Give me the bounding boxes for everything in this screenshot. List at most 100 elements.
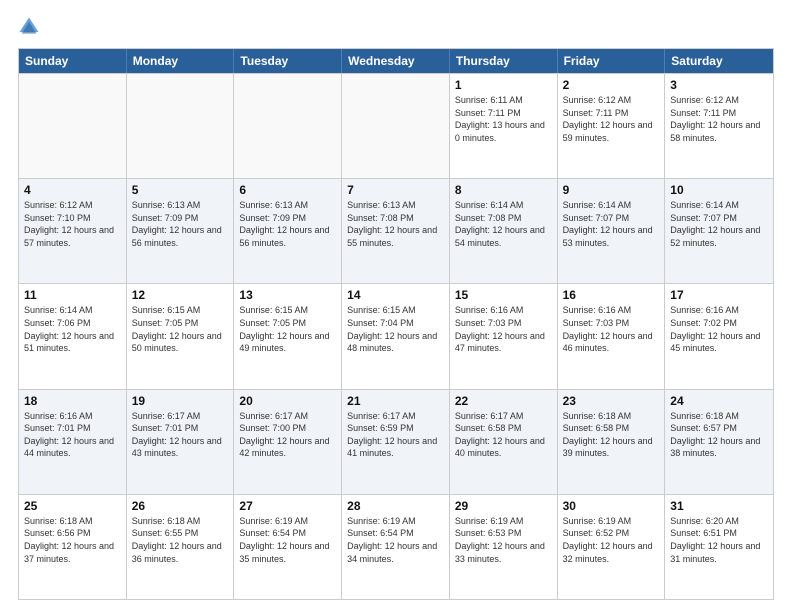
day-info: Sunrise: 6:11 AM Sunset: 7:11 PM Dayligh…: [455, 94, 552, 144]
day-cell-7: 7 Sunrise: 6:13 AM Sunset: 7:08 PM Daylig…: [342, 179, 450, 283]
day-cell-31: 31 Sunrise: 6:20 AM Sunset: 6:51 PM Dayli…: [665, 495, 773, 599]
day-info: Sunrise: 6:19 AM Sunset: 6:52 PM Dayligh…: [563, 515, 660, 565]
day-number: 17: [670, 288, 768, 302]
day-info: Sunrise: 6:20 AM Sunset: 6:51 PM Dayligh…: [670, 515, 768, 565]
day-number: 21: [347, 394, 444, 408]
day-cell-23: 23 Sunrise: 6:18 AM Sunset: 6:58 PM Dayli…: [558, 390, 666, 494]
day-cell-24: 24 Sunrise: 6:18 AM Sunset: 6:57 PM Dayli…: [665, 390, 773, 494]
day-cell-8: 8Sunrise: 6:14 AM Sunset: 7:08 PM Daylig…: [450, 179, 558, 283]
day-info: Sunrise: 6:13 AM Sunset: 7:08 PM Dayligh…: [347, 199, 444, 249]
day-number: 9: [563, 183, 660, 197]
calendar-week-5: 25 Sunrise: 6:18 AM Sunset: 6:56 PM Dayli…: [19, 494, 773, 599]
day-info: Sunrise: 6:19 AM Sunset: 6:54 PM Dayligh…: [347, 515, 444, 565]
day-number: 7: [347, 183, 444, 197]
day-cell-2: 2 Sunrise: 6:12 AM Sunset: 7:11 PM Daylig…: [558, 74, 666, 178]
calendar-week-4: 18Sunrise: 6:16 AM Sunset: 7:01 PM Dayli…: [19, 389, 773, 494]
day-info: Sunrise: 6:18 AM Sunset: 6:55 PM Dayligh…: [132, 515, 229, 565]
day-cell-9: 9Sunrise: 6:14 AM Sunset: 7:07 PM Daylig…: [558, 179, 666, 283]
header-day-thursday: Thursday: [450, 49, 558, 73]
day-number: 8: [455, 183, 552, 197]
day-cell-28: 28 Sunrise: 6:19 AM Sunset: 6:54 PM Dayli…: [342, 495, 450, 599]
day-number: 25: [24, 499, 121, 513]
day-cell-19: 19Sunrise: 6:17 AM Sunset: 7:01 PM Dayli…: [127, 390, 235, 494]
day-number: 6: [239, 183, 336, 197]
day-number: 31: [670, 499, 768, 513]
day-cell-10: 10 Sunrise: 6:14 AM Sunset: 7:07 PM Dayli…: [665, 179, 773, 283]
calendar-body: 1 Sunrise: 6:11 AM Sunset: 7:11 PM Daylig…: [19, 73, 773, 599]
day-info: Sunrise: 6:17 AM Sunset: 6:59 PM Dayligh…: [347, 410, 444, 460]
logo: [18, 16, 44, 38]
day-number: 27: [239, 499, 336, 513]
day-cell-4: 4 Sunrise: 6:12 AM Sunset: 7:10 PM Daylig…: [19, 179, 127, 283]
day-cell-16: 16 Sunrise: 6:16 AM Sunset: 7:03 PM Dayli…: [558, 284, 666, 388]
day-cell-17: 17 Sunrise: 6:16 AM Sunset: 7:02 PM Dayli…: [665, 284, 773, 388]
day-number: 28: [347, 499, 444, 513]
day-info: Sunrise: 6:16 AM Sunset: 7:03 PM Dayligh…: [455, 304, 552, 354]
empty-cell: [342, 74, 450, 178]
day-info: Sunrise: 6:18 AM Sunset: 6:57 PM Dayligh…: [670, 410, 768, 460]
day-cell-1: 1 Sunrise: 6:11 AM Sunset: 7:11 PM Daylig…: [450, 74, 558, 178]
day-number: 22: [455, 394, 552, 408]
header-day-friday: Friday: [558, 49, 666, 73]
day-info: Sunrise: 6:18 AM Sunset: 6:56 PM Dayligh…: [24, 515, 121, 565]
day-number: 1: [455, 78, 552, 92]
day-info: Sunrise: 6:15 AM Sunset: 7:05 PM Dayligh…: [132, 304, 229, 354]
header-day-tuesday: Tuesday: [234, 49, 342, 73]
day-number: 10: [670, 183, 768, 197]
day-info: Sunrise: 6:15 AM Sunset: 7:05 PM Dayligh…: [239, 304, 336, 354]
day-number: 19: [132, 394, 229, 408]
calendar-week-2: 4 Sunrise: 6:12 AM Sunset: 7:10 PM Daylig…: [19, 178, 773, 283]
day-cell-30: 30 Sunrise: 6:19 AM Sunset: 6:52 PM Dayli…: [558, 495, 666, 599]
day-info: Sunrise: 6:19 AM Sunset: 6:53 PM Dayligh…: [455, 515, 552, 565]
logo-icon: [18, 16, 40, 38]
day-info: Sunrise: 6:18 AM Sunset: 6:58 PM Dayligh…: [563, 410, 660, 460]
day-info: Sunrise: 6:17 AM Sunset: 7:00 PM Dayligh…: [239, 410, 336, 460]
day-cell-6: 6 Sunrise: 6:13 AM Sunset: 7:09 PM Daylig…: [234, 179, 342, 283]
day-number: 12: [132, 288, 229, 302]
day-info: Sunrise: 6:13 AM Sunset: 7:09 PM Dayligh…: [239, 199, 336, 249]
day-cell-21: 21 Sunrise: 6:17 AM Sunset: 6:59 PM Dayli…: [342, 390, 450, 494]
day-number: 15: [455, 288, 552, 302]
day-cell-18: 18Sunrise: 6:16 AM Sunset: 7:01 PM Dayli…: [19, 390, 127, 494]
day-number: 23: [563, 394, 660, 408]
day-info: Sunrise: 6:12 AM Sunset: 7:11 PM Dayligh…: [670, 94, 768, 144]
day-info: Sunrise: 6:16 AM Sunset: 7:02 PM Dayligh…: [670, 304, 768, 354]
day-number: 2: [563, 78, 660, 92]
day-info: Sunrise: 6:16 AM Sunset: 7:03 PM Dayligh…: [563, 304, 660, 354]
calendar-week-1: 1 Sunrise: 6:11 AM Sunset: 7:11 PM Daylig…: [19, 73, 773, 178]
day-info: Sunrise: 6:16 AM Sunset: 7:01 PM Dayligh…: [24, 410, 121, 460]
day-cell-14: 14 Sunrise: 6:15 AM Sunset: 7:04 PM Dayli…: [342, 284, 450, 388]
day-number: 16: [563, 288, 660, 302]
header-day-sunday: Sunday: [19, 49, 127, 73]
empty-cell: [127, 74, 235, 178]
day-number: 20: [239, 394, 336, 408]
day-cell-15: 15 Sunrise: 6:16 AM Sunset: 7:03 PM Dayli…: [450, 284, 558, 388]
day-number: 14: [347, 288, 444, 302]
day-cell-26: 26 Sunrise: 6:18 AM Sunset: 6:55 PM Dayli…: [127, 495, 235, 599]
day-number: 5: [132, 183, 229, 197]
day-info: Sunrise: 6:19 AM Sunset: 6:54 PM Dayligh…: [239, 515, 336, 565]
day-info: Sunrise: 6:15 AM Sunset: 7:04 PM Dayligh…: [347, 304, 444, 354]
day-info: Sunrise: 6:17 AM Sunset: 6:58 PM Dayligh…: [455, 410, 552, 460]
day-number: 24: [670, 394, 768, 408]
day-cell-20: 20 Sunrise: 6:17 AM Sunset: 7:00 PM Dayli…: [234, 390, 342, 494]
day-info: Sunrise: 6:12 AM Sunset: 7:10 PM Dayligh…: [24, 199, 121, 249]
day-info: Sunrise: 6:13 AM Sunset: 7:09 PM Dayligh…: [132, 199, 229, 249]
day-number: 4: [24, 183, 121, 197]
day-number: 29: [455, 499, 552, 513]
day-info: Sunrise: 6:14 AM Sunset: 7:06 PM Dayligh…: [24, 304, 121, 354]
day-number: 30: [563, 499, 660, 513]
day-cell-11: 11 Sunrise: 6:14 AM Sunset: 7:06 PM Dayli…: [19, 284, 127, 388]
calendar-header: SundayMondayTuesdayWednesdayThursdayFrid…: [19, 49, 773, 73]
day-number: 3: [670, 78, 768, 92]
header-day-saturday: Saturday: [665, 49, 773, 73]
day-number: 11: [24, 288, 121, 302]
day-cell-22: 22 Sunrise: 6:17 AM Sunset: 6:58 PM Dayli…: [450, 390, 558, 494]
day-info: Sunrise: 6:14 AM Sunset: 7:07 PM Dayligh…: [670, 199, 768, 249]
day-number: 13: [239, 288, 336, 302]
day-info: Sunrise: 6:12 AM Sunset: 7:11 PM Dayligh…: [563, 94, 660, 144]
day-number: 26: [132, 499, 229, 513]
empty-cell: [234, 74, 342, 178]
day-cell-5: 5 Sunrise: 6:13 AM Sunset: 7:09 PM Daylig…: [127, 179, 235, 283]
header: [18, 16, 774, 38]
